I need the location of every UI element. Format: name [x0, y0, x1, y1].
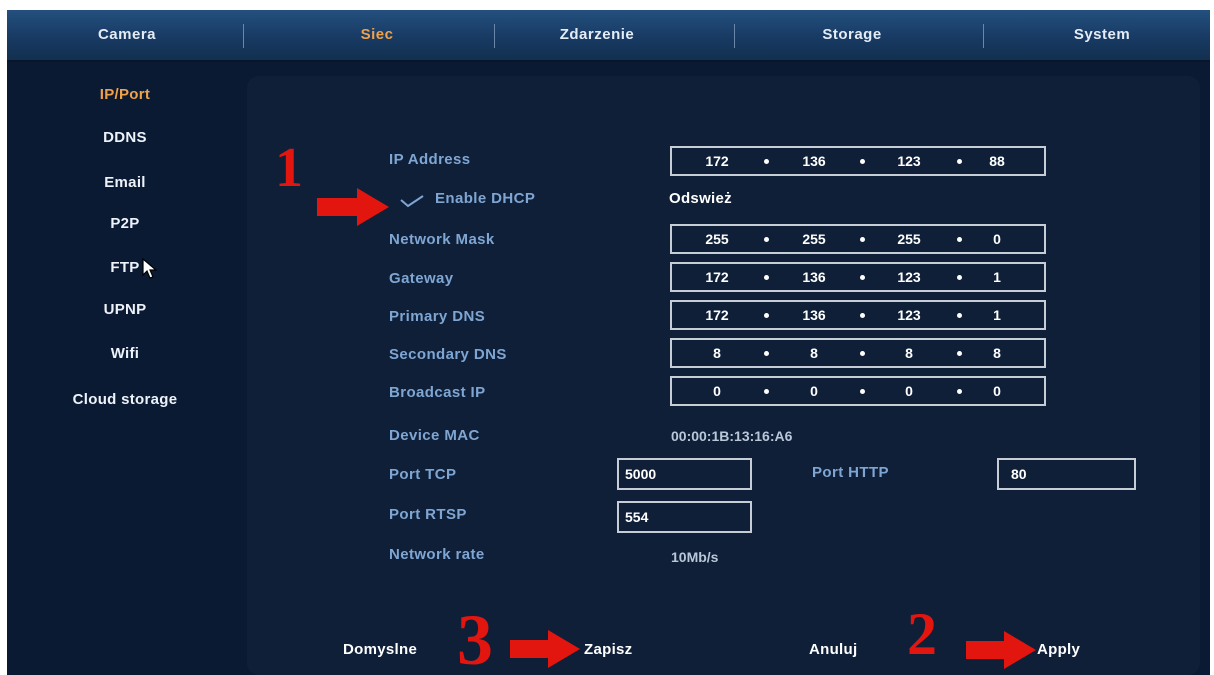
tab-storage[interactable]: Storage [787, 10, 917, 60]
octet: 8 [905, 345, 913, 361]
octet-separator [860, 237, 865, 242]
octet: 172 [705, 269, 729, 285]
step-2-arrow-icon [966, 631, 1036, 669]
octet-separator [764, 275, 769, 280]
sidebar-item-ftp[interactable]: FTP [7, 259, 243, 276]
ip-address-field[interactable]: 172 136 123 88 [670, 146, 1046, 176]
octet: 255 [705, 231, 729, 247]
tab-separator [494, 24, 495, 48]
octet: 0 [810, 383, 818, 399]
port-rtsp-input[interactable]: 554 [617, 501, 752, 533]
octet-separator [957, 159, 962, 164]
tab-system[interactable]: System [1037, 10, 1167, 60]
mouse-cursor-icon [142, 258, 158, 279]
secondary-dns-field[interactable]: 8 8 8 8 [670, 338, 1046, 368]
octet-separator [764, 313, 769, 318]
octet-separator [764, 159, 769, 164]
checkmark-icon [400, 195, 424, 208]
octet: 0 [993, 383, 1001, 399]
octet: 136 [802, 153, 826, 169]
step-2-marker: 2 [907, 601, 937, 667]
octet: 172 [705, 153, 729, 169]
octet-separator [764, 351, 769, 356]
dvr-settings-screen: Camera Siec Zdarzenie Storage System IP/… [7, 10, 1210, 675]
network-rate-value: 10Mb/s [671, 549, 719, 565]
octet-separator [957, 275, 962, 280]
cancel-button[interactable]: Anuluj [809, 641, 857, 658]
network-rate-label: Network rate [389, 546, 485, 563]
save-button[interactable]: Zapisz [584, 641, 632, 658]
octet-separator [957, 237, 962, 242]
octet: 8 [713, 345, 721, 361]
octet: 0 [905, 383, 913, 399]
octet-separator [957, 313, 962, 318]
step-1-marker: 1 [275, 137, 303, 199]
tab-camera[interactable]: Camera [67, 10, 187, 60]
gateway-field[interactable]: 172 136 123 1 [670, 262, 1046, 292]
octet: 123 [897, 269, 921, 285]
step-3-arrow-icon [510, 630, 580, 668]
gateway-label: Gateway [389, 270, 454, 287]
enable-dhcp-label: Enable DHCP [435, 190, 536, 207]
broadcast-ip-field[interactable]: 0 0 0 0 [670, 376, 1046, 406]
octet: 123 [897, 153, 921, 169]
tab-separator [983, 24, 984, 48]
sidebar-item-p2p[interactable]: P2P [7, 215, 243, 232]
octet: 8 [993, 345, 1001, 361]
ip-address-label: IP Address [389, 151, 471, 168]
refresh-button[interactable]: Odswież [669, 190, 732, 207]
octet: 136 [802, 307, 826, 323]
octet: 88 [989, 153, 1005, 169]
octet-separator [860, 313, 865, 318]
top-tab-bar: Camera Siec Zdarzenie Storage System [7, 10, 1210, 62]
tab-siec[interactable]: Siec [317, 10, 437, 60]
primary-dns-label: Primary DNS [389, 308, 486, 325]
network-mask-field[interactable]: 255 255 255 0 [670, 224, 1046, 254]
octet: 0 [713, 383, 721, 399]
octet: 255 [897, 231, 921, 247]
octet: 255 [802, 231, 826, 247]
octet: 136 [802, 269, 826, 285]
default-button[interactable]: Domyslne [343, 641, 417, 658]
network-mask-label: Network Mask [389, 231, 495, 248]
secondary-dns-label: Secondary DNS [389, 346, 507, 363]
primary-dns-field[interactable]: 172 136 123 1 [670, 300, 1046, 330]
tab-separator [734, 24, 735, 48]
octet-separator [860, 389, 865, 394]
port-tcp-label: Port TCP [389, 466, 457, 483]
octet: 0 [993, 231, 1001, 247]
octet: 8 [810, 345, 818, 361]
octet: 123 [897, 307, 921, 323]
octet: 172 [705, 307, 729, 323]
sidebar-item-ddns[interactable]: DDNS [7, 129, 243, 146]
octet-separator [764, 389, 769, 394]
sidebar-item-email[interactable]: Email [7, 174, 243, 191]
device-mac-label: Device MAC [389, 427, 480, 444]
tab-zdarzenie[interactable]: Zdarzenie [532, 10, 662, 60]
octet: 1 [993, 269, 1001, 285]
sidebar-item-upnp[interactable]: UPNP [7, 301, 243, 318]
octet-separator [860, 351, 865, 356]
octet: 1 [993, 307, 1001, 323]
octet-separator [957, 389, 962, 394]
port-http-label: Port HTTP [812, 464, 889, 481]
broadcast-ip-label: Broadcast IP [389, 384, 486, 401]
device-mac-value: 00:00:1B:13:16:A6 [671, 428, 793, 444]
port-tcp-input[interactable]: 5000 [617, 458, 752, 490]
octet-separator [957, 351, 962, 356]
step-3-marker: 3 [457, 600, 493, 675]
port-http-input[interactable]: 80 [997, 458, 1136, 490]
port-rtsp-label: Port RTSP [389, 506, 467, 523]
octet-separator [860, 159, 865, 164]
octet-separator [764, 237, 769, 242]
apply-button[interactable]: Apply [1037, 641, 1080, 658]
sidebar-item-cloud-storage[interactable]: Cloud storage [7, 391, 243, 408]
tab-separator [243, 24, 244, 48]
step-1-arrow-icon [317, 188, 389, 226]
octet-separator [860, 275, 865, 280]
sidebar-item-wifi[interactable]: Wifi [7, 345, 243, 362]
sidebar-item-ip-port[interactable]: IP/Port [7, 86, 243, 103]
